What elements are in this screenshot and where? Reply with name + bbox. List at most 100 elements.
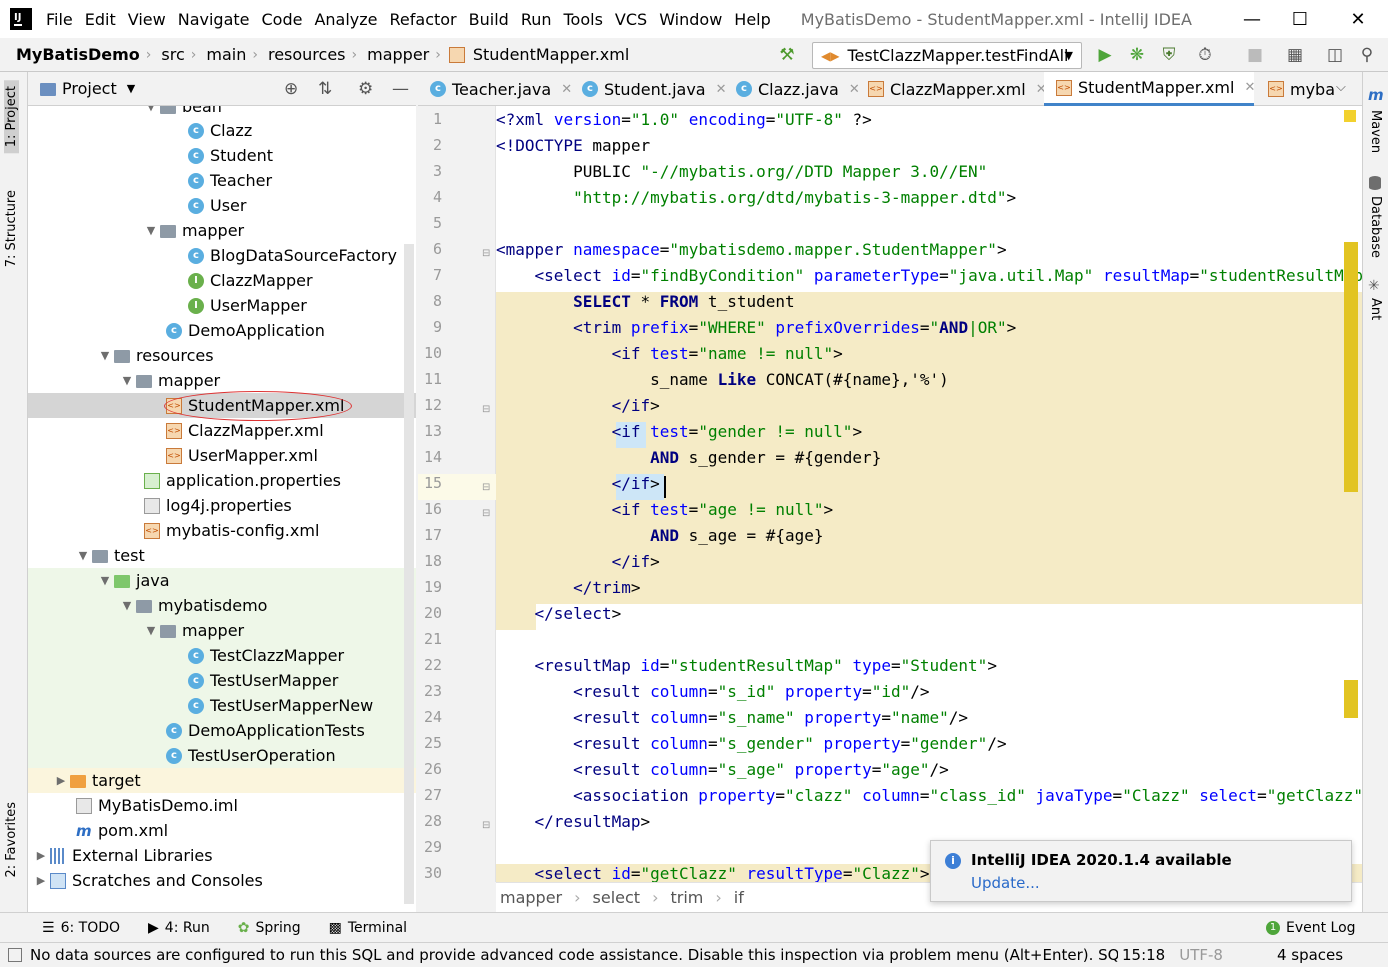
tree-node[interactable]: c DemoApplication bbox=[166, 318, 325, 343]
debug-icon[interactable]: ❋ bbox=[1126, 44, 1148, 66]
indent-setting[interactable]: 4 spaces bbox=[1277, 946, 1343, 964]
tool-tab-favorites[interactable]: 2: Favorites bbox=[4, 802, 19, 878]
tree-node[interactable]: ▶ External Libraries bbox=[32, 843, 213, 868]
tab-myba[interactable]: <> myba bbox=[1256, 72, 1342, 106]
tool-tab-run[interactable]: 4: Run bbox=[165, 920, 210, 936]
tab-student-java[interactable]: c Student.java ✕ bbox=[570, 72, 727, 106]
menu-navigate[interactable]: Navigate bbox=[178, 10, 250, 29]
fold-icon[interactable]: ⊟ bbox=[482, 482, 490, 493]
tree-node[interactable]: c TestUserOperation bbox=[166, 743, 336, 768]
tree-node[interactable]: c Teacher bbox=[188, 168, 272, 193]
stop-icon[interactable]: ■ bbox=[1244, 44, 1266, 66]
menu-analyze[interactable]: Analyze bbox=[314, 10, 377, 29]
tool-tab-project[interactable]: 1: Project bbox=[4, 80, 19, 154]
caret-position[interactable]: 15:18 bbox=[1122, 946, 1165, 964]
project-structure-icon[interactable]: ▦ bbox=[1284, 44, 1306, 66]
warning-stripe-icon[interactable] bbox=[1344, 110, 1356, 122]
tool-tab-maven[interactable]: Maven bbox=[1368, 110, 1383, 153]
update-link[interactable]: Update... bbox=[971, 874, 1040, 892]
tree-node[interactable]: ▼ test bbox=[74, 543, 145, 568]
tree-node[interactable]: log4j.properties bbox=[144, 493, 292, 518]
breadcrumb-trim[interactable]: trim bbox=[670, 888, 703, 907]
breadcrumb-select[interactable]: select bbox=[593, 888, 641, 907]
run-icon[interactable]: ▶ bbox=[1094, 44, 1116, 66]
crumb-file[interactable]: StudentMapper.xml bbox=[471, 45, 635, 64]
menu-refactor[interactable]: Refactor bbox=[390, 10, 457, 29]
minimize-icon[interactable]: — bbox=[1228, 0, 1276, 38]
tab-teacher-java[interactable]: c Teacher.java ✕ bbox=[418, 72, 572, 106]
tree-node[interactable]: m pom.xml bbox=[76, 818, 168, 843]
locate-file-icon[interactable]: ⊕ bbox=[284, 79, 298, 99]
menu-file[interactable]: File bbox=[46, 10, 73, 29]
tree-scrollbar[interactable] bbox=[404, 244, 414, 904]
fold-icon[interactable]: ⊟ bbox=[482, 404, 490, 415]
error-stripe-marker[interactable] bbox=[1344, 242, 1358, 492]
tree-node[interactable]: c Student bbox=[188, 143, 273, 168]
close-window-icon[interactable]: ✕ bbox=[1334, 0, 1382, 38]
tool-tab-structure[interactable]: 7: Structure bbox=[4, 190, 19, 267]
tree-node[interactable]: ▼ mapper bbox=[142, 618, 244, 643]
menu-vcs[interactable]: VCS bbox=[615, 10, 647, 29]
update-notification[interactable]: i IntelliJ IDEA 2020.1.4 available Updat… bbox=[930, 840, 1352, 902]
tree-node[interactable]: ▼ mapper bbox=[142, 218, 244, 243]
tree-node[interactable]: <> mybatis-config.xml bbox=[144, 518, 319, 543]
tree-node[interactable]: ▶ Scratches and Consoles bbox=[32, 868, 263, 893]
tree-node[interactable]: I UserMapper bbox=[188, 293, 307, 318]
crumb-project[interactable]: MyBatisDemo bbox=[0, 45, 146, 64]
build-hammer-icon[interactable]: ⚒ bbox=[776, 44, 798, 66]
tree-node[interactable]: <> ClazzMapper.xml bbox=[166, 418, 324, 443]
tree-node[interactable]: c TestClazzMapper bbox=[188, 643, 344, 668]
run-configuration-select[interactable]: ◀▶ TestClazzMapper.testFindAll ▼ bbox=[812, 42, 1082, 69]
fold-icon[interactable]: ⊟ bbox=[482, 248, 490, 259]
crumb-mapper[interactable]: mapper bbox=[357, 45, 435, 64]
hide-panel-icon[interactable]: — bbox=[392, 79, 409, 99]
breadcrumb-if[interactable]: if bbox=[734, 888, 744, 907]
crumb-main[interactable]: main bbox=[196, 45, 252, 64]
tool-tab-spring[interactable]: Spring bbox=[255, 920, 300, 936]
maximize-icon[interactable]: ☐ bbox=[1276, 0, 1324, 38]
tree-node[interactable]: MyBatisDemo.iml bbox=[76, 793, 238, 818]
error-stripe-marker[interactable] bbox=[1344, 680, 1358, 718]
code-editor[interactable]: <?xml version="1.0" encoding="UTF-8" ?> … bbox=[496, 106, 1362, 882]
close-icon[interactable]: ✕ bbox=[1244, 80, 1255, 95]
tree-node[interactable]: I ClazzMapper bbox=[188, 268, 313, 293]
fold-icon[interactable]: ⊟ bbox=[482, 508, 490, 519]
tab-clazz-java[interactable]: c Clazz.java ✕ bbox=[724, 72, 860, 106]
tree-node[interactable]: c BlogDataSourceFactory bbox=[188, 243, 397, 268]
presentation-icon[interactable]: ◫ bbox=[1324, 44, 1346, 66]
tool-tab-todo[interactable]: 6: TODO bbox=[61, 920, 120, 936]
menu-window[interactable]: Window bbox=[659, 10, 722, 29]
menu-tools[interactable]: Tools bbox=[564, 10, 603, 29]
tree-node[interactable]: c User bbox=[188, 193, 246, 218]
tree-node[interactable]: c Clazz bbox=[188, 118, 252, 143]
menu-help[interactable]: Help bbox=[734, 10, 770, 29]
tree-node[interactable]: c TestUserMapperNew bbox=[188, 693, 373, 718]
breadcrumb-mapper[interactable]: mapper bbox=[500, 888, 562, 907]
fold-icon[interactable]: ⊟ bbox=[482, 820, 490, 831]
toggle-tool-windows-icon[interactable] bbox=[8, 948, 22, 962]
project-view-select[interactable]: Project bbox=[62, 79, 117, 98]
gear-icon[interactable]: ⚙ bbox=[358, 79, 373, 99]
tool-tab-database[interactable]: Database bbox=[1368, 196, 1383, 258]
crumb-resources[interactable]: resources bbox=[258, 45, 352, 64]
tree-node[interactable]: c DemoApplicationTests bbox=[166, 718, 365, 743]
chevron-down-icon[interactable]: ⌵ bbox=[1336, 80, 1346, 95]
profile-icon[interactable]: ⏱ bbox=[1194, 44, 1216, 66]
search-icon[interactable]: ⚲ bbox=[1356, 44, 1378, 66]
crumb-src[interactable]: src bbox=[151, 45, 190, 64]
chevron-down-icon[interactable]: ▼ bbox=[127, 82, 135, 95]
menu-build[interactable]: Build bbox=[469, 10, 509, 29]
coverage-icon[interactable]: ⛨ bbox=[1158, 44, 1180, 66]
tree-node[interactable]: application.properties bbox=[144, 468, 341, 493]
tree-node[interactable]: ▶ target bbox=[52, 768, 141, 793]
tree-node[interactable]: ▼ mybatisdemo bbox=[118, 593, 268, 618]
menu-edit[interactable]: Edit bbox=[85, 10, 116, 29]
tool-tab-event-log[interactable]: Event Log bbox=[1286, 920, 1356, 936]
tree-node[interactable]: ▼ mapper bbox=[118, 368, 220, 393]
tool-tab-ant[interactable]: Ant bbox=[1368, 298, 1383, 320]
menu-code[interactable]: Code bbox=[262, 10, 303, 29]
menu-view[interactable]: View bbox=[128, 10, 166, 29]
collapse-all-icon[interactable]: ⇅ bbox=[318, 79, 332, 99]
tab-clazzmapper-xml[interactable]: <> ClazzMapper.xml ✕ bbox=[856, 72, 1047, 106]
tree-node[interactable]: c TestUserMapper bbox=[188, 668, 338, 693]
